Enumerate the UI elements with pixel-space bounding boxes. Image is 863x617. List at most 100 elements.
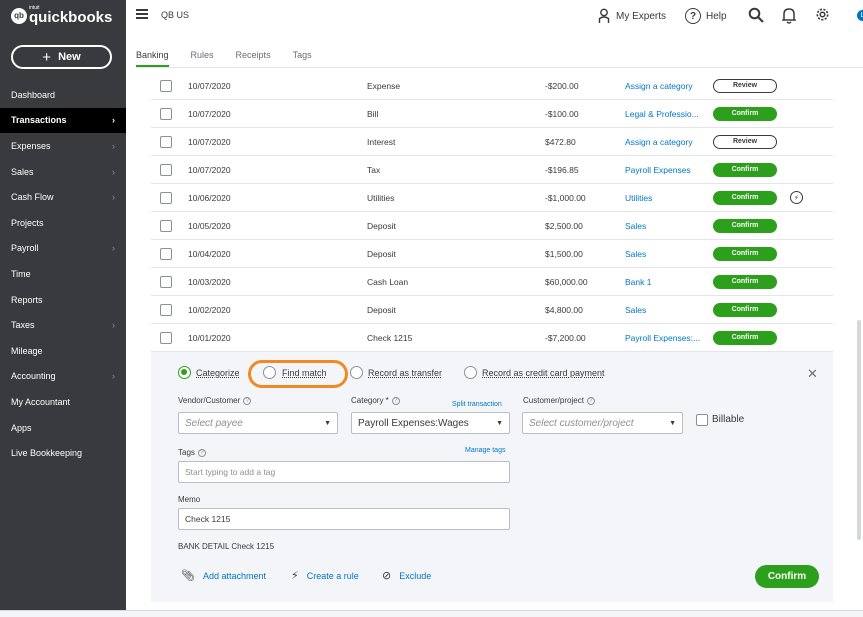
memo-input[interactable]: Check 1215 [178,508,510,530]
review-button[interactable]: Review [713,78,777,93]
tab-banking[interactable]: Banking [136,40,169,68]
row-checkbox[interactable] [160,275,172,288]
row-checkbox[interactable] [160,191,172,204]
sidebar-item-apps[interactable]: Apps [0,415,126,441]
sidebar-item-reports[interactable]: Reports [0,287,126,313]
row-checkbox[interactable] [160,135,172,148]
user-avatar[interactable]: L [857,10,863,21]
info-icon[interactable]: ? [243,396,252,405]
table-row[interactable]: 10/07/2020 Tax -$196.85 Payroll Expenses Con… [151,156,833,184]
confirm-button[interactable]: Confirm [755,565,819,588]
categorize-radio[interactable] [178,366,191,379]
row-category-link[interactable]: Sales [625,305,707,315]
sidebar-item-expenses[interactable]: Expenses › [0,133,126,159]
category-value: Payroll Expenses:Wages [358,417,469,429]
row-category-link[interactable]: Payroll Expenses:... [625,333,707,343]
row-category-link[interactable]: Assign a category [625,81,707,91]
sidebar-item-accounting[interactable]: Accounting › [0,364,126,390]
row-checkbox[interactable] [160,163,172,176]
tags-input[interactable]: Start typing to add a tag [178,461,510,483]
confirm-row-button[interactable]: Confirm [713,274,777,289]
hamburger-menu-icon[interactable] [136,9,148,19]
add-attachment-button[interactable]: 📎︎ Add attachment [181,569,266,582]
record-transfer-radio[interactable] [350,366,363,379]
tab-rules[interactable]: Rules [191,40,214,68]
row-checkbox[interactable] [160,219,172,232]
tab-receipts[interactable]: Receipts [236,40,271,68]
vendor-select[interactable]: Select payee ▼ [178,412,338,434]
info-icon[interactable]: ? [197,448,206,457]
sidebar-item-mileage[interactable]: Mileage [0,338,126,364]
sidebar-item-my-accountant[interactable]: My Accountant [0,389,126,415]
confirm-row-button[interactable]: Confirm [713,246,777,261]
info-icon[interactable]: ? [391,396,400,405]
new-button[interactable]: + New [11,45,112,69]
row-description: Deposit [367,220,396,231]
row-checkbox[interactable] [160,303,172,316]
review-button[interactable]: Review [713,134,777,149]
qb-logo-icon: qb [11,7,27,24]
table-row[interactable]: 10/06/2020 Utilities -$1,000.00 Utilities Co… [151,184,833,212]
billable-checkbox[interactable] [696,414,708,426]
row-date: 10/04/2020 [188,248,231,259]
sidebar-item-projects[interactable]: Projects [0,210,126,236]
sidebar-item-taxes[interactable]: Taxes › [0,312,126,338]
manage-tags-link[interactable]: Manage tags [465,447,505,454]
quickbooks-logo[interactable]: qb intuit quickbooks [11,6,112,25]
exclude-button[interactable]: ⊘ Exclude [382,569,431,582]
find-match-radio[interactable] [263,366,276,379]
table-row[interactable]: 10/07/2020 Bill -$100.00 Legal & Professio.… [151,100,833,128]
row-category-link[interactable]: Bank 1 [625,277,707,287]
sidebar-item-cash-flow[interactable]: Cash Flow › [0,184,126,210]
category-select[interactable]: Payroll Expenses:Wages ▼ [351,412,510,434]
categorize-label[interactable]: Categorize [196,368,240,378]
sidebar-item-dashboard[interactable]: Dashboard [0,82,126,108]
row-category-link[interactable]: Payroll Expenses [625,165,707,175]
find-match-label[interactable]: Find match [282,368,327,378]
lightning-icon[interactable]: ⚡︎ [790,191,803,204]
split-transaction-link[interactable]: Split transaction [452,401,502,408]
table-row[interactable]: 10/05/2020 Deposit $2,500.00 Sales Confirm [151,212,833,240]
confirm-row-button[interactable]: Confirm [713,190,777,205]
row-checkbox[interactable] [160,107,172,120]
table-row[interactable]: 10/07/2020 Expense -$200.00 Assign a catego… [151,72,833,100]
tab-tags[interactable]: Tags [293,40,312,68]
create-rule-button[interactable]: ⚡︎ Create a rule [291,569,359,582]
sidebar-item-payroll[interactable]: Payroll › [0,236,126,262]
sidebar-item-live-bookkeeping[interactable]: Live Bookkeeping [0,440,126,466]
bell-icon[interactable] [782,7,796,24]
info-icon[interactable]: ? [586,396,595,405]
record-cc-payment-radio[interactable] [464,366,477,379]
row-category-link[interactable]: Assign a category [625,137,707,147]
confirm-row-button[interactable]: Confirm [713,330,777,345]
table-row[interactable]: 10/02/2020 Deposit $4,800.00 Sales Confirm [151,296,833,324]
table-row[interactable]: 10/04/2020 Deposit $1,500.00 Sales Confirm [151,240,833,268]
row-category-link[interactable]: Utilities [625,193,707,203]
search-icon[interactable] [748,7,764,23]
my-experts-button[interactable]: My Experts [598,8,666,24]
sidebar-item-time[interactable]: Time [0,261,126,287]
sidebar-item-transactions[interactable]: Transactions › [0,107,126,134]
close-icon[interactable]: ✕ [807,366,818,382]
row-checkbox[interactable] [160,331,172,344]
gear-icon[interactable] [814,6,831,23]
chevron-down-icon: ▼ [496,419,503,427]
confirm-row-button[interactable]: Confirm [713,302,777,317]
row-checkbox[interactable] [160,79,172,92]
record-transfer-label[interactable]: Record as transfer [368,368,442,378]
table-row[interactable]: 10/03/2020 Cash Loan $60,000.00 Bank 1 Confi… [151,268,833,296]
row-checkbox[interactable] [160,247,172,260]
scrollbar[interactable] [857,320,861,540]
row-category-link[interactable]: Sales [625,249,707,259]
table-row[interactable]: 10/01/2020 Check 1215 -$7,200.00 Payroll Ex… [151,324,833,352]
record-cc-payment-label[interactable]: Record as credit card payment [482,368,605,378]
table-row[interactable]: 10/07/2020 Interest $472.80 Assign a catego… [151,128,833,156]
confirm-row-button[interactable]: Confirm [713,106,777,121]
help-button[interactable]: ? Help [685,8,727,24]
customer-select[interactable]: Select customer/project ▼ [522,412,683,434]
confirm-row-button[interactable]: Confirm [713,162,777,177]
row-category-link[interactable]: Legal & Professio... [625,109,707,119]
confirm-row-button[interactable]: Confirm [713,218,777,233]
row-category-link[interactable]: Sales [625,221,707,231]
sidebar-item-sales[interactable]: Sales › [0,159,126,185]
